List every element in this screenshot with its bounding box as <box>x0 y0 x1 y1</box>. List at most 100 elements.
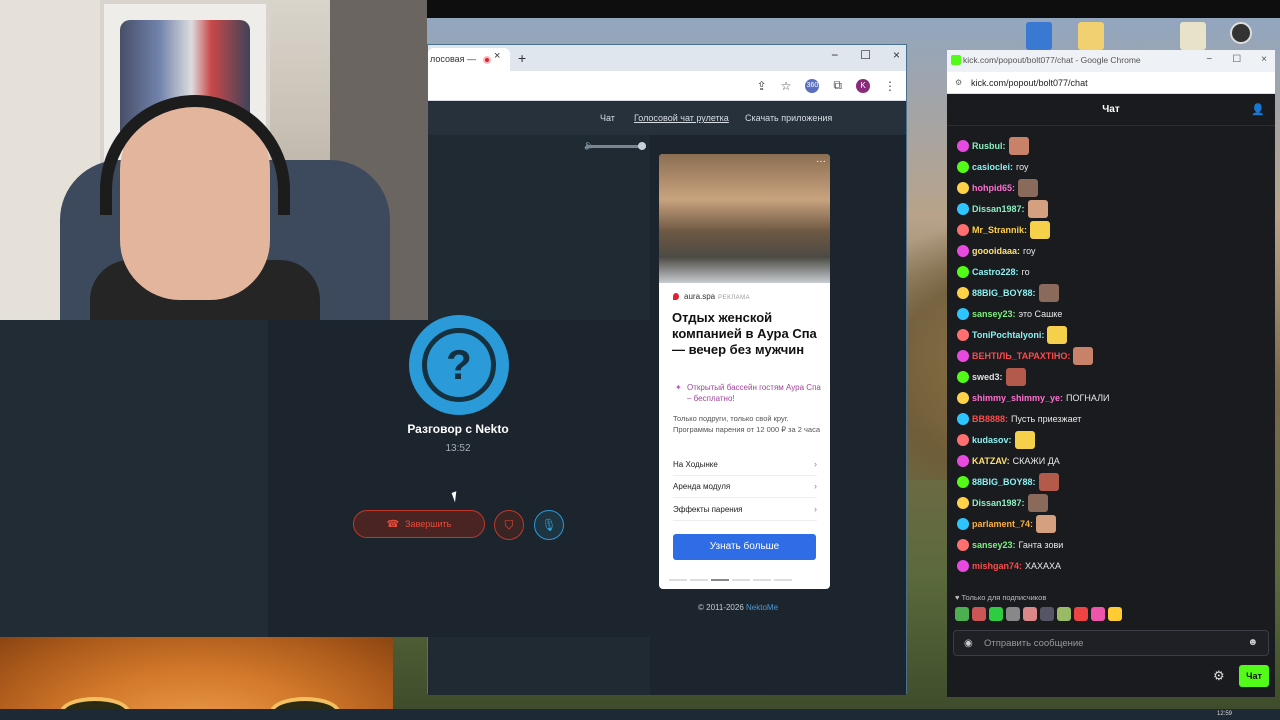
nav-link-voice-roulette[interactable]: Голосовой чат рулетка <box>634 113 729 123</box>
desktop-app-icon[interactable] <box>1230 22 1252 44</box>
ad-link-1[interactable]: На Ходынке › <box>673 454 817 476</box>
nav-link-chat[interactable]: Чат <box>600 113 615 123</box>
chat-emote <box>1073 347 1094 365</box>
chat-message[interactable]: kudasov: <box>957 430 1035 450</box>
chat-username[interactable]: BB8888: <box>972 414 1008 424</box>
maximize-icon[interactable]: ☐ <box>1232 54 1241 65</box>
chat-message[interactable]: ToniPochtalyoni: <box>957 325 1068 345</box>
chat-message[interactable]: goooidaaa: гоу <box>957 241 1036 261</box>
chat-message[interactable]: hohpid65: <box>957 178 1038 198</box>
emote[interactable] <box>1040 607 1054 621</box>
chat-message[interactable]: 88BIG_BOY88: <box>957 472 1059 492</box>
chat-username[interactable]: Castro228: <box>972 267 1019 277</box>
question-icon: ? <box>422 328 496 402</box>
chat-username[interactable]: Rusbul: <box>972 141 1006 151</box>
users-icon[interactable]: 👤 <box>1251 103 1265 116</box>
emote[interactable] <box>1108 607 1122 621</box>
ad-more-icon[interactable]: ··· <box>816 156 826 167</box>
emote[interactable] <box>1057 607 1071 621</box>
chat-message[interactable]: Castro228: го <box>957 262 1030 282</box>
chat-message[interactable]: BB8888: Пусть приезжает <box>957 409 1081 429</box>
chat-username[interactable]: mishgan74: <box>972 561 1022 571</box>
emoji-icon[interactable]: ☻ <box>1247 637 1258 648</box>
ad-link-3[interactable]: Эффекты парения › <box>673 499 817 521</box>
emote[interactable] <box>1091 607 1105 621</box>
site-info-icon[interactable]: ⚙ <box>955 78 962 87</box>
tab-close-icon[interactable]: × <box>494 50 500 62</box>
menu-dots-icon[interactable]: ⋮ <box>884 79 896 93</box>
chat-username[interactable]: Mr_Strannik: <box>972 225 1027 235</box>
chat-username[interactable]: ToniPochtalyoni: <box>972 330 1044 340</box>
chat-message[interactable]: sansey23: это Сашке <box>957 304 1062 324</box>
chat-username[interactable]: KATZAV: <box>972 456 1010 466</box>
ad-learn-more-button[interactable]: Узнать больше <box>673 534 816 560</box>
user-badge-icon <box>957 455 969 467</box>
chat-username[interactable]: Dissan1987: <box>972 498 1025 508</box>
chat-message-list[interactable]: Rusbul: casioclei: гоу hohpid65: Dissan1987:… <box>947 126 1275 596</box>
chat-username[interactable]: 88BIG_BOY88: <box>972 288 1036 298</box>
chat-send-button[interactable]: Чат <box>1239 665 1269 687</box>
chat-message[interactable]: ВЕНТІЛЬ_ТАРАХТІНО: <box>957 346 1094 366</box>
nav-link-download-apps[interactable]: Скачать приложения <box>745 113 832 123</box>
chat-username[interactable]: casioclei: <box>972 162 1013 172</box>
address-bar[interactable]: ⇪ ☆ 360 ⧉ K ⋮ <box>428 71 906 101</box>
emote[interactable] <box>1074 607 1088 621</box>
chat-text: гоу <box>1016 162 1029 172</box>
chat-username[interactable]: swed3: <box>972 372 1003 382</box>
minimize-icon[interactable]: − <box>1206 54 1212 65</box>
close-icon[interactable]: × <box>1261 54 1267 65</box>
chat-message[interactable]: swed3: <box>957 367 1026 387</box>
chat-username[interactable]: Dissan1987: <box>972 204 1025 214</box>
ad-card[interactable]: ··· aura.spa РЕКЛАМА Отдых женской компан… <box>659 154 830 589</box>
chat-settings-gear-icon[interactable]: ⚙ <box>1213 668 1225 684</box>
chat-username[interactable]: shimmy_shimmy_ye: <box>972 393 1063 403</box>
chat-username[interactable]: kudasov: <box>972 435 1012 445</box>
kick-chat-title: Чат <box>1102 104 1120 115</box>
chat-message-input[interactable]: ◉ Отправить сообщение ☻ <box>953 630 1269 656</box>
chat-username[interactable]: hohpid65: <box>972 183 1015 193</box>
chat-message[interactable]: Mr_Strannik: <box>957 220 1051 240</box>
chat-message[interactable]: parlament_74: <box>957 514 1057 534</box>
close-icon[interactable]: × <box>893 48 900 62</box>
emote[interactable] <box>1006 607 1020 621</box>
chat-message[interactable]: Rusbul: <box>957 136 1029 156</box>
extensions-puzzle-icon[interactable]: ⧉ <box>833 78 842 93</box>
emote[interactable] <box>955 607 969 621</box>
emote[interactable] <box>1023 607 1037 621</box>
chat-message[interactable]: sansey23: Ганта зови <box>957 535 1063 555</box>
chat-username[interactable]: parlament_74: <box>972 519 1033 529</box>
chat-username[interactable]: 88BIG_BOY88: <box>972 477 1036 487</box>
emote[interactable] <box>972 607 986 621</box>
maximize-icon[interactable]: ☐ <box>860 48 871 62</box>
chat-message[interactable]: Dissan1987: <box>957 199 1048 219</box>
chat-username[interactable]: sansey23: <box>972 309 1016 319</box>
volume-slider[interactable] <box>586 142 646 150</box>
chat-username[interactable]: sansey23: <box>972 540 1016 550</box>
emote[interactable] <box>989 607 1003 621</box>
nektome-link[interactable]: NektoMe <box>746 603 778 612</box>
bookmark-star-icon[interactable]: ☆ <box>781 79 792 93</box>
chat-message[interactable]: mishgan74: ХАХАХА <box>957 556 1061 576</box>
ad-link-2[interactable]: Аренда модуля › <box>673 476 817 498</box>
install-app-icon[interactable]: ⇪ <box>757 79 767 93</box>
extension-badge-icon[interactable]: 360 <box>805 78 820 93</box>
desktop-folder-icon[interactable] <box>1078 22 1104 50</box>
profile-avatar[interactable]: K <box>856 78 870 93</box>
kick-address-bar[interactable]: ⚙ kick.com/popout/bolt077/chat <box>947 72 1275 94</box>
chat-message[interactable]: shimmy_shimmy_ye: ПОГНАЛИ <box>957 388 1109 408</box>
chat-message[interactable]: casioclei: гоу <box>957 157 1029 177</box>
desktop-icon[interactable] <box>1026 22 1052 50</box>
chat-message[interactable]: Dissan1987: <box>957 493 1048 513</box>
new-tab-icon[interactable]: + <box>518 50 526 66</box>
mic-button[interactable]: 🎙 <box>534 510 564 540</box>
user-badge-icon <box>957 308 969 320</box>
end-call-button[interactable]: ☎ Завершить <box>353 510 485 538</box>
chat-username[interactable]: ВЕНТІЛЬ_ТАРАХТІНО: <box>972 351 1070 361</box>
chat-message[interactable]: KATZAV: СКАЖИ ДА <box>957 451 1060 471</box>
window-controls: − ☐ × <box>831 48 900 62</box>
report-shield-button[interactable]: ⛉ <box>494 510 524 540</box>
desktop-file-icon[interactable] <box>1180 22 1206 50</box>
minimize-icon[interactable]: − <box>831 48 838 62</box>
chat-username[interactable]: goooidaaa: <box>972 246 1020 256</box>
chat-message[interactable]: 88BIG_BOY88: <box>957 283 1059 303</box>
